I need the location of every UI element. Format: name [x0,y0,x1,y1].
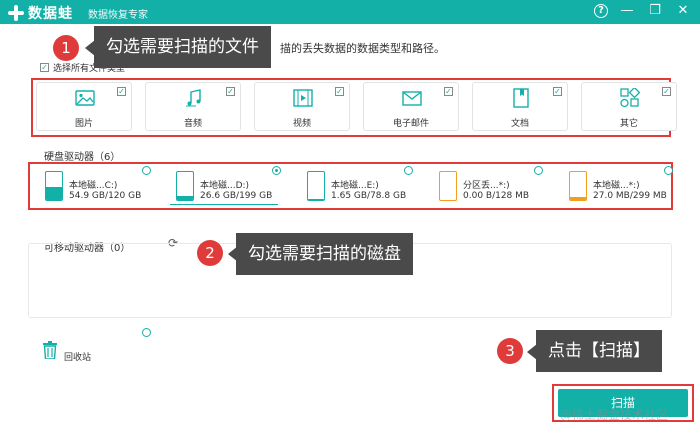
file-type-label: 其它 [619,119,638,129]
file-type-label: 音频 [183,119,202,129]
file-type-email[interactable]: ✓ 电子邮件 [363,82,459,131]
drive-size: 54.9 GB/120 GB [69,191,142,201]
file-type-image[interactable]: ✓ 图片 [36,82,132,131]
step-badge-1: 1 [53,35,79,61]
other-icon [620,88,640,108]
drive-radio[interactable] [142,166,151,175]
trash-icon[interactable] [42,341,58,359]
instruction-text: 描的丢失数据的数据类型和路径。 [280,42,445,55]
partition-drive-icon [569,171,587,201]
file-type-other[interactable]: ✓ 其它 [581,82,677,131]
drive-name: 分区丢...*:) [463,181,510,191]
mail-icon [402,91,422,106]
drive-name: 本地磁...*:) [593,181,640,191]
drive-name: 本地磁...D:) [200,181,250,191]
drive-name: 本地磁...E:) [331,181,379,191]
drive-icon [176,171,194,201]
checkbox-icon[interactable]: ✓ [662,87,671,96]
file-type-video[interactable]: ✓ 视频 [254,82,350,131]
minimize-icon[interactable]: — [618,2,636,20]
document-icon [513,88,529,108]
drive-unknown[interactable]: 本地磁...*:) 27.0 MB/299 MB [569,166,689,207]
file-type-label: 电子邮件 [392,119,429,129]
recycle-bin-label: 回收站 [64,353,92,363]
file-types-row: ✓ 图片 ✓ 音频 ✓ 视频 ✓ 电子邮件 ✓ 文档 ✓ 其它 [36,82,677,131]
drive-size: 26.6 GB/199 GB [200,191,273,201]
logo-cross-icon [8,5,24,21]
file-type-label: 文档 [510,119,529,129]
drive-size: 27.0 MB/299 MB [593,191,667,201]
file-type-label: 视频 [292,119,311,129]
app-name: 数据蛙 [28,6,73,22]
drive-radio-selected[interactable] [272,166,281,175]
checkbox-icon[interactable]: ✓ [444,87,453,96]
file-type-document[interactable]: ✓ 文档 [472,82,568,131]
file-type-label: 图片 [74,119,93,129]
checkbox-icon[interactable]: ✓ [335,87,344,96]
close-icon[interactable]: ✕ [674,2,692,20]
watermark: @稀土掘金技术社区 [560,408,669,422]
checkbox-icon[interactable]: ✓ [117,87,126,96]
window-controls: ? — ❐ ✕ [594,2,692,20]
app-logo: 数据蛙 [8,3,73,23]
partition-drive-icon [439,171,457,201]
windows-drive-icon [45,171,63,201]
drive-lost-partition[interactable]: 分区丢...*:) 0.00 B/128 MB [439,166,559,207]
drive-size: 0.00 B/128 MB [463,191,530,201]
music-icon [186,89,201,107]
recycle-bin-radio[interactable] [142,328,151,337]
hard-drives-title: 硬盘驱动器（6） [44,152,121,163]
step-badge-2: 2 [197,240,223,266]
callout-step-3: 点击【扫描】 [536,330,662,372]
help-icon[interactable]: ? [594,4,608,18]
callout-step-2: 勾选需要扫描的磁盘 [236,233,413,275]
drive-name: 本地磁...C:) [69,181,118,191]
drive-radio[interactable] [664,166,673,175]
checkbox-icon[interactable]: ✓ [226,87,235,96]
step-badge-3: 3 [497,338,523,364]
drive-icon [307,171,325,201]
drive-c[interactable]: 本地磁...C:) 54.9 GB/120 GB [45,166,165,207]
title-bar: 数据蛙 数据恢复专家 ? — ❐ ✕ [0,0,700,24]
app-subtitle: 数据恢复专家 [88,10,148,21]
drive-d[interactable]: 本地磁...D:) 26.6 GB/199 GB [170,166,296,207]
checkbox-icon[interactable]: ✓ [553,87,562,96]
drive-radio[interactable] [404,166,413,175]
drive-size: 1.65 GB/78.8 GB [331,191,407,201]
image-icon [75,90,95,106]
file-type-audio[interactable]: ✓ 音频 [145,82,241,131]
checkbox-icon: ✓ [40,63,49,72]
drive-radio[interactable] [534,166,543,175]
drive-e[interactable]: 本地磁...E:) 1.65 GB/78.8 GB [307,166,427,207]
selected-underline [170,204,278,205]
video-icon [293,89,313,107]
callout-step-1: 勾选需要扫描的文件 [94,26,271,68]
restore-icon[interactable]: ❐ [646,2,664,20]
